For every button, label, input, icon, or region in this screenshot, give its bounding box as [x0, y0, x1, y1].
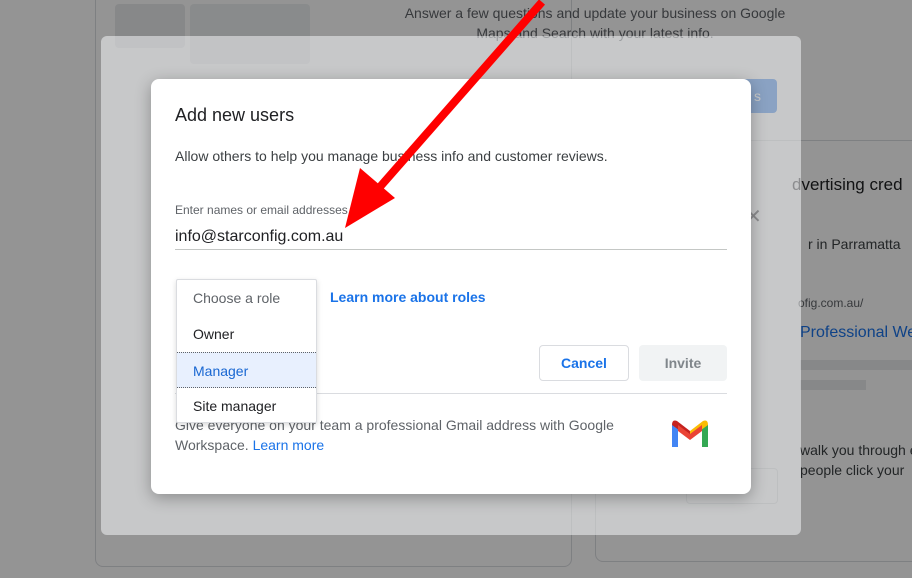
role-dropdown-menu: Choose a role Owner Manager Site manager — [176, 279, 317, 423]
email-field[interactable] — [175, 225, 727, 250]
dialog-description: Allow others to help you manage business… — [175, 148, 608, 164]
cancel-button[interactable]: Cancel — [539, 345, 629, 381]
email-field-label: Enter names or email addresses — [175, 203, 348, 217]
role-option-site-manager[interactable]: Site manager — [177, 388, 316, 424]
invite-button[interactable]: Invite — [639, 345, 727, 381]
learn-more-roles-link[interactable]: Learn more about roles — [330, 289, 486, 305]
role-option-placeholder[interactable]: Choose a role — [177, 280, 316, 316]
dialog-title: Add new users — [175, 105, 295, 125]
gmail-logo-icon — [672, 420, 708, 447]
workspace-learn-more-link[interactable]: Learn more — [253, 437, 325, 453]
role-option-manager[interactable]: Manager — [177, 352, 316, 388]
role-option-owner[interactable]: Owner — [177, 316, 316, 352]
